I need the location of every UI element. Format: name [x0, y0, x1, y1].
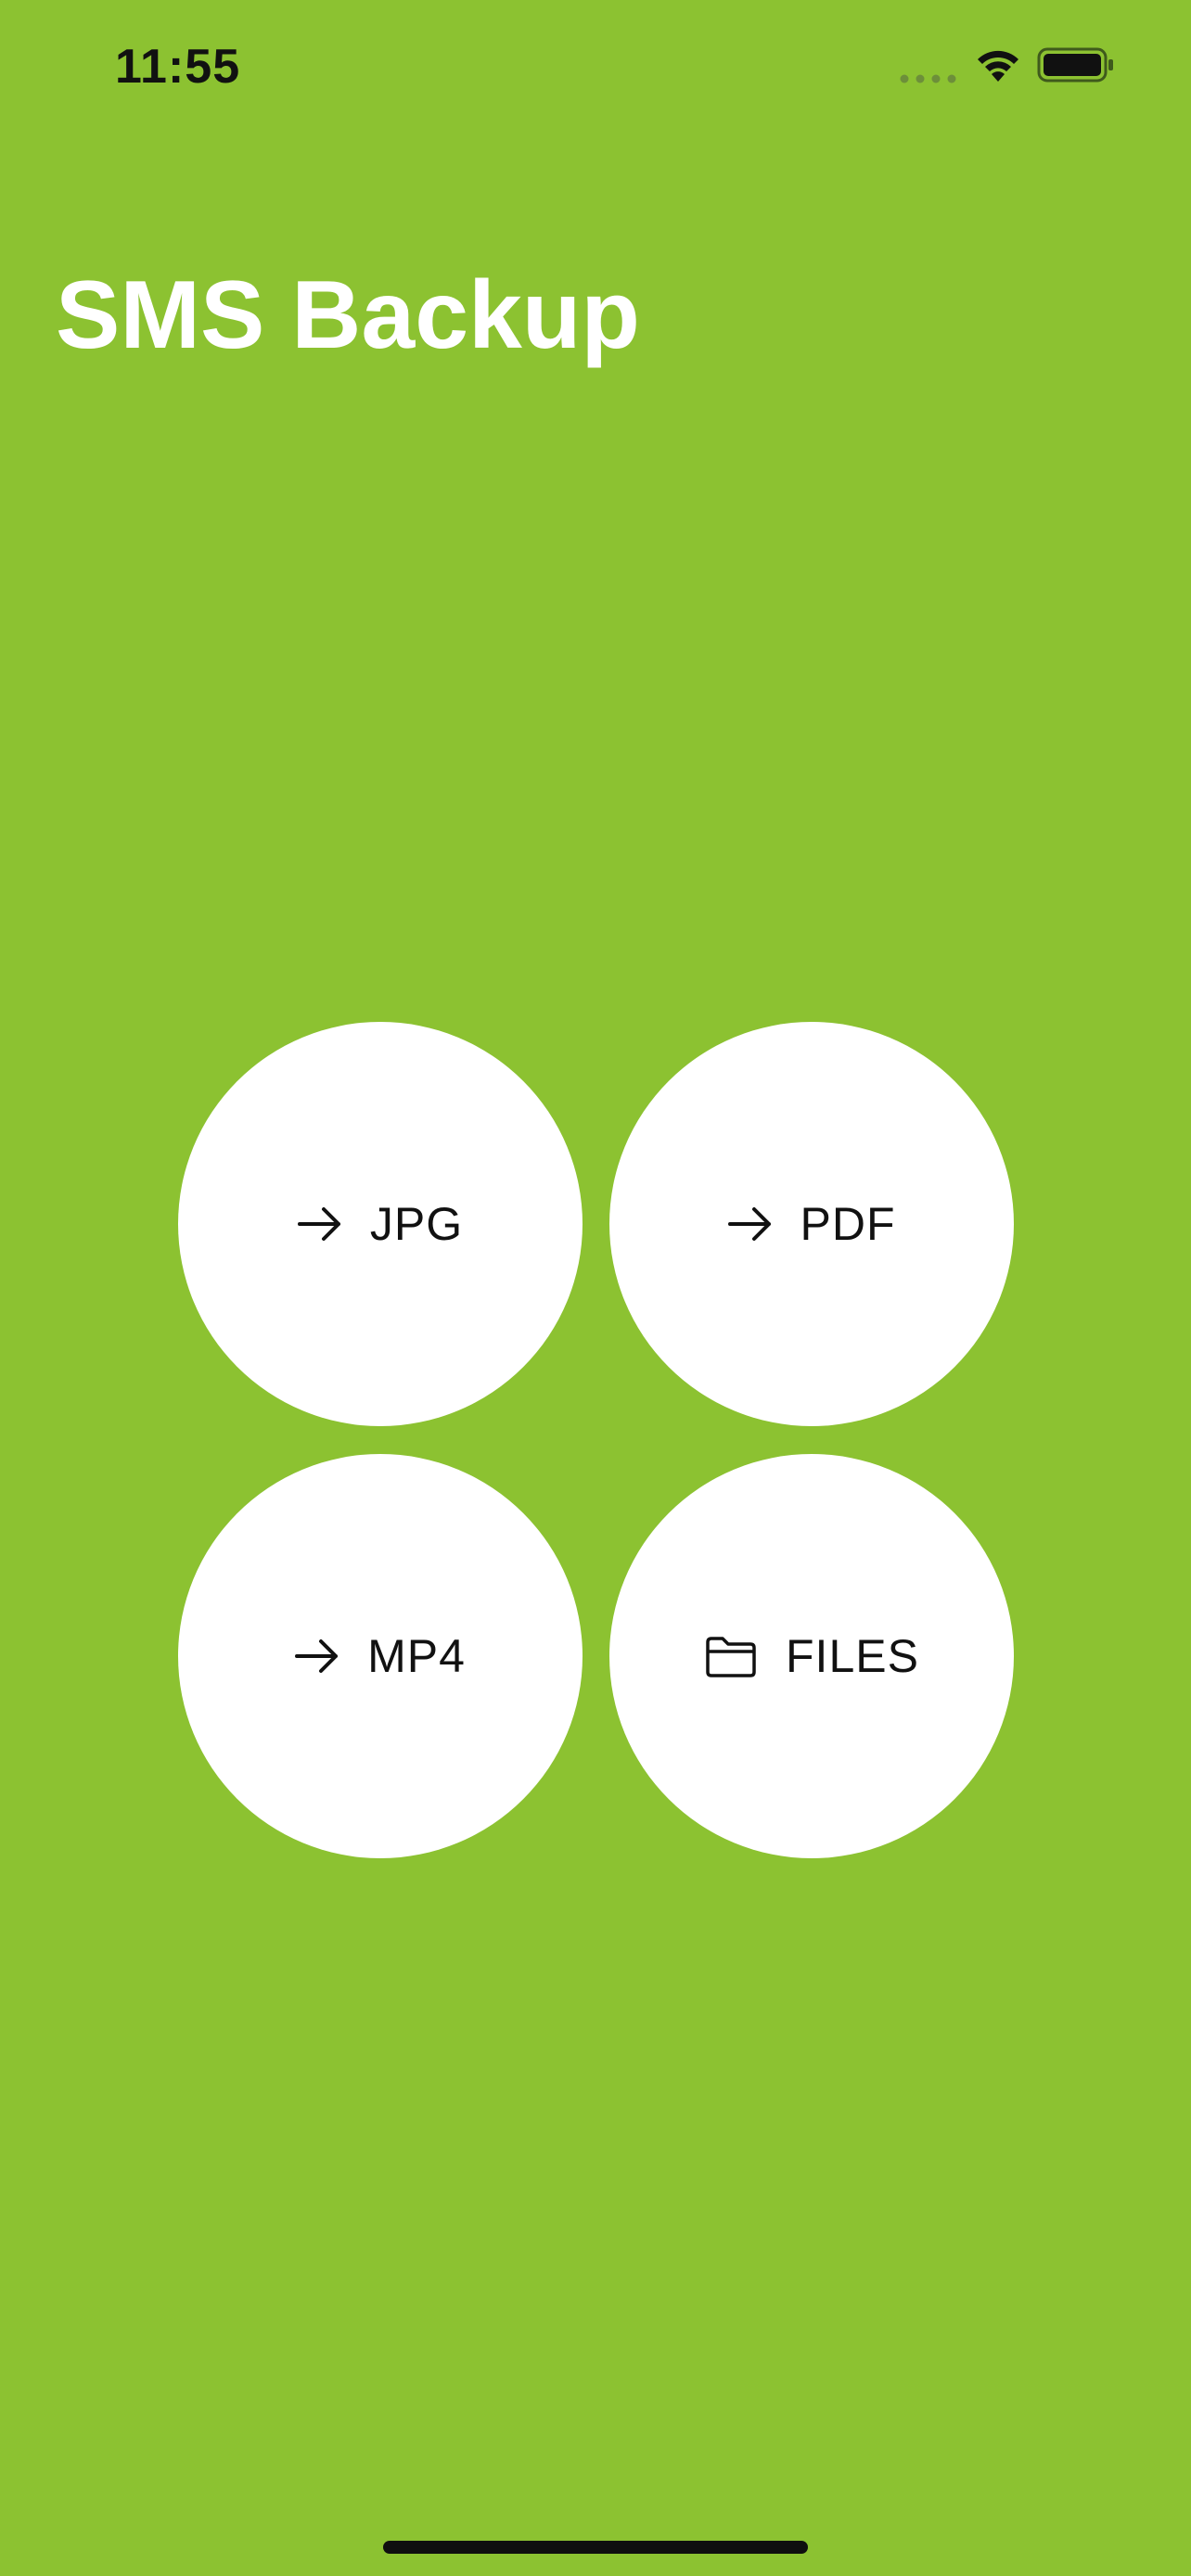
- export-pdf-label: PDF: [800, 1198, 896, 1250]
- wifi-icon: [978, 50, 1018, 82]
- export-jpg-label: JPG: [369, 1198, 464, 1250]
- export-pdf-button[interactable]: PDF: [609, 1022, 1014, 1426]
- folder-icon: [706, 1637, 756, 1677]
- status-time: 11:55: [115, 40, 241, 94]
- export-jpg-button[interactable]: JPG: [178, 1022, 583, 1426]
- files-label: FILES: [786, 1630, 919, 1682]
- signal-dots-icon: [900, 74, 956, 83]
- page-title: SMS Backup: [56, 261, 640, 369]
- home-indicator[interactable]: [383, 2541, 808, 2554]
- battery-icon: [1037, 47, 1113, 83]
- status-bar: 11:55: [0, 0, 1191, 139]
- export-mp4-button[interactable]: MP4: [178, 1454, 583, 1858]
- arrow-right-icon: [727, 1207, 771, 1241]
- arrow-right-icon: [295, 1639, 339, 1673]
- export-mp4-label: MP4: [367, 1630, 466, 1682]
- arrow-right-icon: [297, 1207, 340, 1241]
- files-button[interactable]: FILES: [609, 1454, 1014, 1858]
